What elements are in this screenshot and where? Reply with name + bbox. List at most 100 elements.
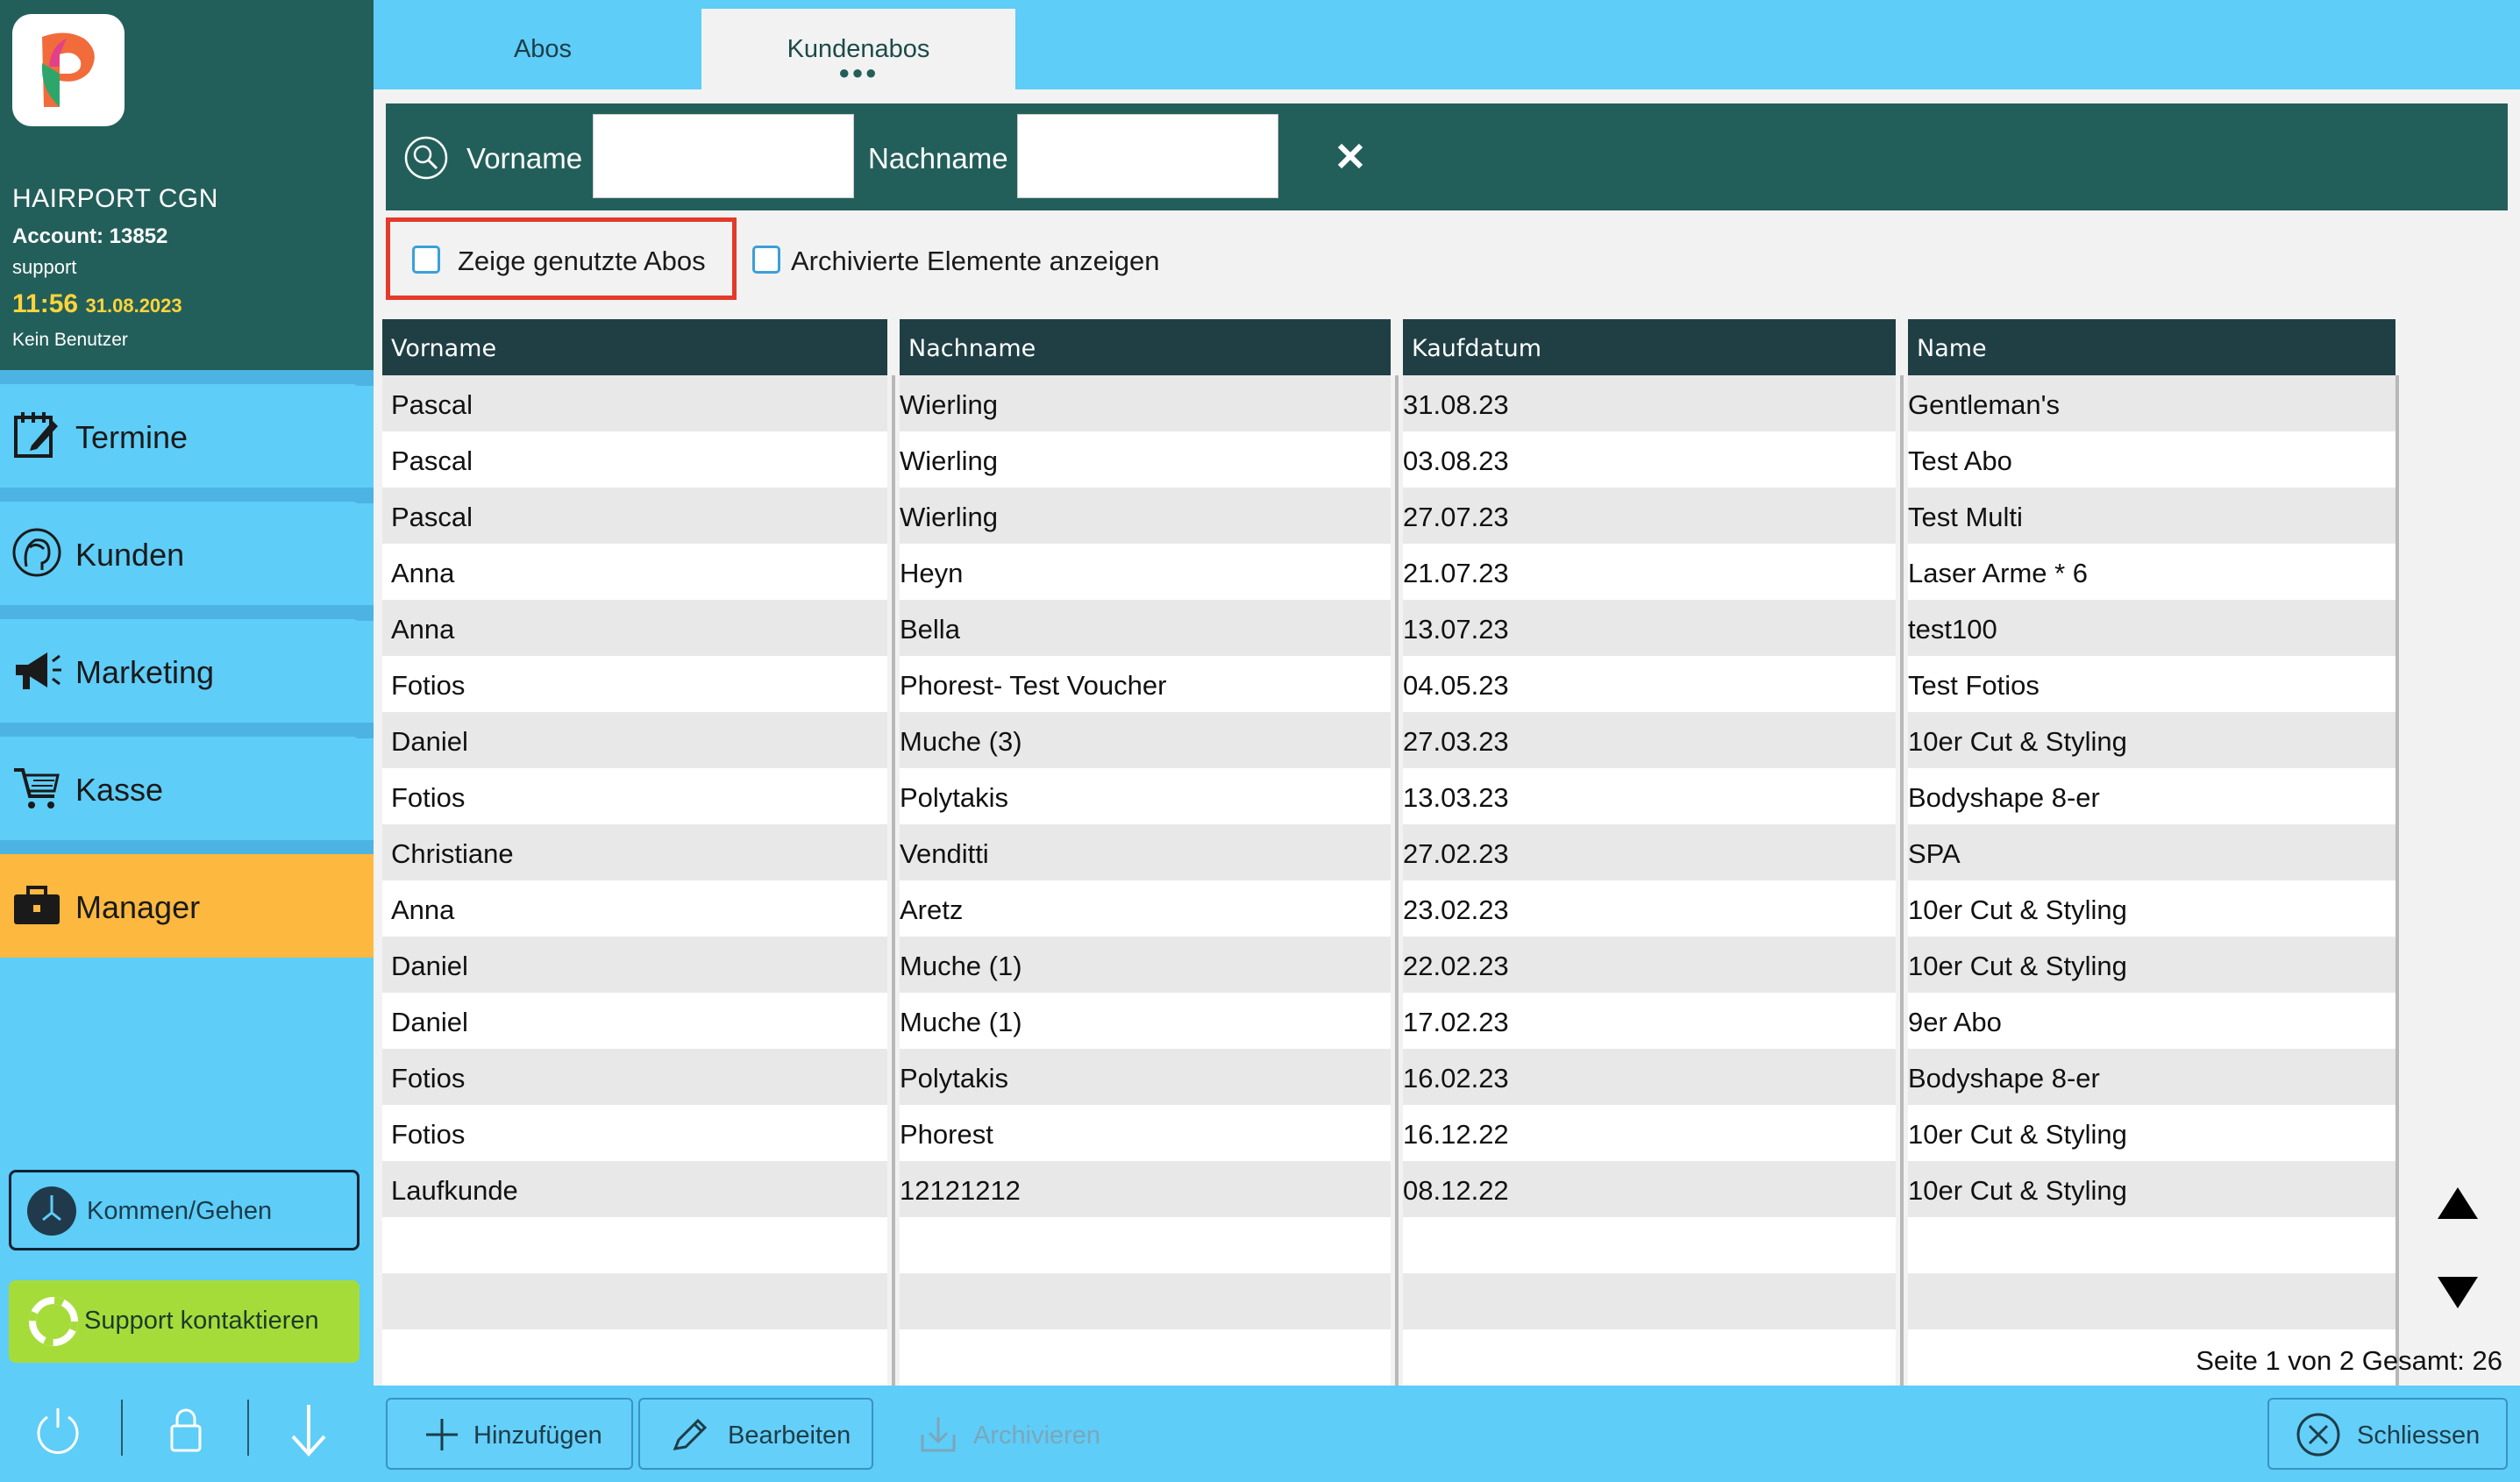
calendar-edit-icon (14, 412, 58, 458)
close-button[interactable]: Schliessen (2267, 1398, 2508, 1470)
tab-more-dots: ●●● (838, 61, 879, 83)
pagination-info: Seite 1 von 2 Gesamt: 26 (2196, 1345, 2502, 1376)
table-cell-kaufdatum: 04.05.23 (1403, 670, 1509, 701)
nav-item-kasse[interactable]: Kasse (0, 737, 359, 840)
show-archived-checkbox[interactable] (752, 246, 780, 274)
table-cell-name: 9er Abo (1908, 1007, 2002, 1037)
table-cell-kaufdatum: 31.08.23 (1403, 389, 1509, 420)
logo-icon (41, 32, 95, 107)
table-row[interactable]: Fotios Phorest- Test Voucher 04.05.23 Test … (382, 656, 2395, 712)
nav-item-marketing[interactable]: Marketing (0, 619, 359, 723)
column-divider (1391, 319, 1403, 1426)
table-cell-vorname: Daniel (391, 726, 468, 757)
lock-icon[interactable] (158, 1401, 214, 1457)
table-cell-name: test100 (1908, 614, 1997, 645)
table-row[interactable]: Anna Bella 13.07.23 test100 (382, 600, 2395, 656)
empty-table-row (382, 1329, 2395, 1386)
table-cell-name: Test Multi (1908, 502, 2023, 532)
table-row[interactable]: Anna Heyn 21.07.23 Laser Arme * 6 (382, 544, 2395, 600)
tab-abos[interactable]: Abos (386, 9, 700, 89)
column-header-name[interactable]: Name (1908, 319, 2395, 375)
kommen-gehen-label: Kommen/Gehen (87, 1197, 273, 1225)
user-role: support (12, 256, 77, 278)
scroll-up-icon[interactable] (2434, 1184, 2481, 1222)
table-cell-kaufdatum: 17.02.23 (1403, 1007, 1509, 1037)
table-row[interactable]: Laufkunde 12121212 08.12.22 10er Cut & Styl… (382, 1161, 2395, 1217)
nachname-input[interactable] (1017, 114, 1278, 198)
nav-label-termine: Termine (75, 419, 189, 455)
table-cell-vorname: Fotios (391, 670, 466, 701)
table-cell-name: 10er Cut & Styling (1908, 894, 2127, 925)
table-cell-vorname: Pascal (391, 502, 473, 532)
action-bar: Hinzufügen Bearbeiten Archivieren Schlie… (374, 1386, 2520, 1482)
table-row[interactable]: Christiane Venditti 27.02.23 SPA (382, 824, 2395, 880)
edit-button[interactable]: Bearbeiten (638, 1398, 873, 1470)
nav-item-termine[interactable]: Termine (0, 384, 359, 488)
table-cell-nachname: Wierling (900, 389, 998, 420)
table-cell-kaufdatum: 16.12.22 (1403, 1119, 1509, 1150)
table-cell-nachname: Bella (900, 614, 960, 645)
table-cell-vorname: Fotios (391, 782, 466, 813)
support-button[interactable]: Support kontaktieren (9, 1280, 359, 1363)
table-row[interactable]: Daniel Muche (3) 27.03.23 10er Cut & Stylin… (382, 712, 2395, 768)
scroll-down-icon[interactable] (2434, 1273, 2481, 1312)
table-cell-name: Test Abo (1908, 445, 2012, 476)
table-cell-vorname: Anna (391, 558, 455, 588)
shopping-cart-icon (14, 768, 60, 809)
table-cell-nachname: Wierling (900, 445, 998, 476)
abo-table: Pascal Wierling 31.08.23 Gentleman's Pascal W… (382, 375, 2395, 1426)
table-row[interactable]: Anna Aretz 23.02.23 10er Cut & Styling (382, 880, 2395, 937)
table-cell-nachname: Aretz (900, 894, 964, 925)
table-cell-vorname: Pascal (391, 389, 473, 420)
nav-label-kunden: Kunden (75, 537, 185, 573)
footer-divider (247, 1400, 249, 1456)
show-archived-label: Archivierte Elemente anzeigen (791, 246, 1160, 276)
table-cell-kaufdatum: 16.02.23 (1403, 1063, 1509, 1094)
empty-table-row (382, 1273, 2395, 1329)
table-cell-name: 10er Cut & Styling (1908, 726, 2127, 757)
column-header-kaufdatum[interactable]: Kaufdatum (1403, 319, 1896, 375)
account-number: Account: 13852 (12, 224, 168, 248)
table-row[interactable]: Fotios Phorest 16.12.22 10er Cut & Styling (382, 1105, 2395, 1161)
nachname-label: Nachname (868, 142, 1008, 175)
table-row[interactable]: Pascal Wierling 27.07.23 Test Multi (382, 488, 2395, 544)
add-button[interactable]: Hinzufügen (386, 1398, 633, 1470)
table-cell-kaufdatum: 27.07.23 (1403, 502, 1509, 532)
table-row[interactable]: Daniel Muche (1) 22.02.23 10er Cut & Stylin… (382, 937, 2395, 993)
edit-label: Bearbeiten (728, 1421, 851, 1450)
archive-label: Archivieren (973, 1421, 1101, 1450)
power-icon[interactable] (30, 1401, 86, 1457)
table-cell-name: Gentleman's (1908, 389, 2061, 420)
nav-item-manager[interactable]: Manager (0, 854, 374, 958)
search-bar: Vorname Nachname (386, 103, 2508, 210)
current-user: Kein Benutzer (12, 330, 128, 350)
nav-item-kunden[interactable]: Kunden (0, 502, 359, 605)
table-row[interactable]: Daniel Muche (1) 17.02.23 9er Abo (382, 993, 2395, 1049)
arrow-down-icon[interactable] (281, 1401, 337, 1457)
main-content: Vorname Nachname Zeige genutzte Abos Arc… (374, 89, 2520, 1426)
table-row[interactable]: Fotios Polytakis 16.02.23 Bodyshape 8-er (382, 1049, 2395, 1105)
table-row[interactable]: Pascal Wierling 31.08.23 Gentleman's (382, 375, 2395, 431)
table-cell-vorname: Daniel (391, 1007, 468, 1037)
table-cell-kaufdatum: 27.03.23 (1403, 726, 1509, 757)
clear-search-icon[interactable] (1333, 139, 1368, 174)
archive-button[interactable]: Archivieren (891, 1398, 1119, 1470)
table-cell-nachname: 12121212 (900, 1175, 1021, 1206)
show-archived-toggle[interactable]: Archivierte Elemente anzeigen (742, 217, 1268, 300)
table-cell-name: 10er Cut & Styling (1908, 951, 2127, 981)
table-cell-kaufdatum: 13.07.23 (1403, 614, 1509, 645)
salon-name: HAIRPORT CGN (12, 184, 218, 213)
table-cell-nachname: Phorest- Test Voucher (900, 670, 1167, 701)
table-cell-name: SPA (1908, 838, 1961, 869)
tab-kundenabos[interactable]: Kundenabos ●●● (701, 9, 1015, 89)
table-row[interactable]: Fotios Polytakis 13.03.23 Bodyshape 8-er (382, 768, 2395, 824)
kommen-gehen-button[interactable]: Kommen/Gehen (9, 1170, 359, 1250)
table-row[interactable]: Pascal Wierling 03.08.23 Test Abo (382, 431, 2395, 488)
table-cell-vorname: Laufkunde (391, 1175, 518, 1206)
column-header-vorname[interactable]: Vorname (382, 319, 887, 375)
table-cell-kaufdatum: 03.08.23 (1403, 445, 1509, 476)
vorname-input[interactable] (593, 114, 854, 198)
table-cell-nachname: Heyn (900, 558, 964, 588)
table-cell-nachname: Polytakis (900, 1063, 1009, 1094)
column-header-nachname[interactable]: Nachname (900, 319, 1391, 375)
